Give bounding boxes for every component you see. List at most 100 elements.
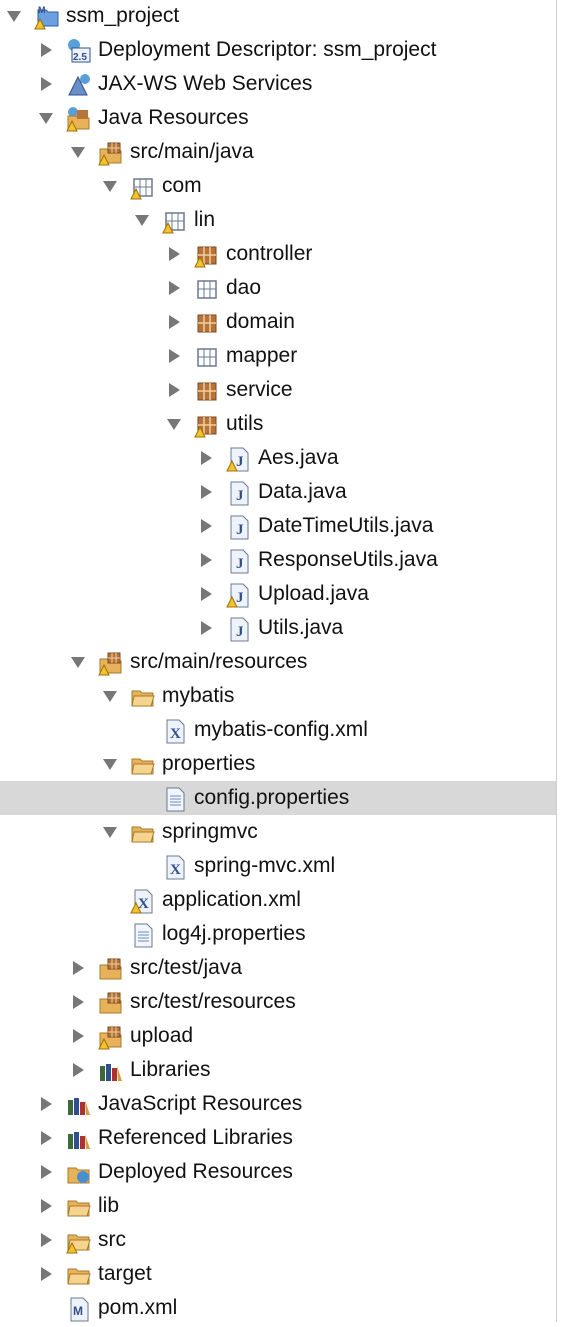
- chevron-down-icon[interactable]: [134, 212, 150, 228]
- tree-item[interactable]: mybatis: [0, 679, 556, 713]
- tree-item[interactable]: dao: [0, 271, 556, 305]
- tree-item[interactable]: springmvc: [0, 815, 556, 849]
- svg-text:M: M: [38, 5, 46, 15]
- tree-item[interactable]: J Upload.java: [0, 577, 556, 611]
- chevron-right-icon[interactable]: [166, 246, 182, 262]
- tree-item[interactable]: target: [0, 1257, 556, 1291]
- chevron-right-icon[interactable]: [38, 1096, 54, 1112]
- chevron-down-icon[interactable]: [102, 824, 118, 840]
- tree-item[interactable]: utils: [0, 407, 556, 441]
- chevron-right-icon[interactable]: [198, 450, 214, 466]
- tree-item[interactable]: service: [0, 373, 556, 407]
- svg-text:J: J: [236, 624, 244, 640]
- tree-item[interactable]: lib: [0, 1189, 556, 1223]
- tree-item[interactable]: domain: [0, 305, 556, 339]
- tree-item[interactable]: com: [0, 169, 556, 203]
- java-file-icon: J: [226, 548, 252, 574]
- java-file-icon: J: [226, 514, 252, 540]
- tree-item-label: service: [226, 378, 293, 401]
- maven-file-icon: M: [66, 1296, 92, 1322]
- tree-item-label: DateTimeUtils.java: [258, 514, 434, 537]
- tree-item[interactable]: log4j.properties: [0, 917, 556, 951]
- tree-item[interactable]: J DateTimeUtils.java: [0, 509, 556, 543]
- tree-item[interactable]: J Utils.java: [0, 611, 556, 645]
- tree-item[interactable]: Java Resources: [0, 101, 556, 135]
- chevron-down-icon[interactable]: [166, 416, 182, 432]
- folder-icon: [130, 752, 156, 778]
- package-icon: [194, 242, 220, 268]
- chevron-right-icon[interactable]: [70, 1028, 86, 1044]
- tree-item-label: properties: [162, 752, 256, 775]
- tree-item-label: com: [162, 174, 202, 197]
- chevron-down-icon[interactable]: [70, 144, 86, 160]
- deployment-descriptor-icon: 2.5: [66, 38, 92, 64]
- java-file-icon: J: [226, 446, 252, 472]
- tree-item[interactable]: config.properties: [0, 781, 556, 815]
- chevron-right-icon[interactable]: [38, 1164, 54, 1180]
- tree-item[interactable]: JAX-WS Web Services: [0, 67, 556, 101]
- empty-package-icon: [162, 208, 188, 234]
- tree-item[interactable]: src/test/java: [0, 951, 556, 985]
- tree-item[interactable]: Deployed Resources: [0, 1155, 556, 1189]
- chevron-right-icon[interactable]: [38, 1266, 54, 1282]
- chevron-down-icon[interactable]: [102, 756, 118, 772]
- chevron-right-icon[interactable]: [166, 348, 182, 364]
- chevron-right-icon[interactable]: [70, 1062, 86, 1078]
- tree-item[interactable]: src: [0, 1223, 556, 1257]
- tree-item-label: config.properties: [194, 786, 350, 809]
- tree-item[interactable]: src/main/resources: [0, 645, 556, 679]
- chevron-right-icon[interactable]: [38, 42, 54, 58]
- tree-item[interactable]: upload: [0, 1019, 556, 1053]
- xml-file-icon: X: [162, 718, 188, 744]
- tree-item[interactable]: Mssm_project: [0, 0, 556, 33]
- tree-item[interactable]: Libraries: [0, 1053, 556, 1087]
- tree-item-label: JavaScript Resources: [98, 1092, 303, 1115]
- tree-item[interactable]: mapper: [0, 339, 556, 373]
- tree-item[interactable]: J ResponseUtils.java: [0, 543, 556, 577]
- chevron-right-icon[interactable]: [38, 1232, 54, 1248]
- chevron-right-icon[interactable]: [198, 518, 214, 534]
- tree-item[interactable]: J Aes.java: [0, 441, 556, 475]
- source-folder-icon: [98, 650, 124, 676]
- tree-item-label: application.xml: [162, 888, 301, 911]
- chevron-right-icon[interactable]: [166, 280, 182, 296]
- tree-item[interactable]: Xspring-mvc.xml: [0, 849, 556, 883]
- tree-item[interactable]: JavaScript Resources: [0, 1087, 556, 1121]
- svg-text:2.5: 2.5: [73, 52, 87, 63]
- chevron-right-icon[interactable]: [38, 1198, 54, 1214]
- tree-item[interactable]: lin: [0, 203, 556, 237]
- chevron-down-icon[interactable]: [38, 110, 54, 126]
- tree-item[interactable]: Xmybatis-config.xml: [0, 713, 556, 747]
- tree-item[interactable]: Xapplication.xml: [0, 883, 556, 917]
- tree-item[interactable]: src/main/java: [0, 135, 556, 169]
- chevron-right-icon[interactable]: [198, 620, 214, 636]
- tree-item-label: Aes.java: [258, 446, 339, 469]
- folder-icon: [66, 1262, 92, 1288]
- tree-item[interactable]: controller: [0, 237, 556, 271]
- chevron-right-icon[interactable]: [198, 484, 214, 500]
- chevron-down-icon[interactable]: [70, 654, 86, 670]
- tree-item-label: mapper: [226, 344, 298, 367]
- tree-item-label: utils: [226, 412, 264, 435]
- chevron-right-icon[interactable]: [38, 76, 54, 92]
- source-folder-icon: [98, 990, 124, 1016]
- tree-item[interactable]: properties: [0, 747, 556, 781]
- chevron-right-icon[interactable]: [38, 1130, 54, 1146]
- chevron-down-icon[interactable]: [102, 688, 118, 704]
- tree-item[interactable]: Mpom.xml: [0, 1291, 556, 1325]
- tree-item-label: upload: [130, 1024, 194, 1047]
- tree-item[interactable]: src/test/resources: [0, 985, 556, 1019]
- library-icon: [66, 1126, 92, 1152]
- tree-item[interactable]: 2.5 Deployment Descriptor: ssm_project: [0, 33, 556, 67]
- chevron-right-icon[interactable]: [166, 382, 182, 398]
- chevron-right-icon[interactable]: [70, 994, 86, 1010]
- chevron-down-icon[interactable]: [6, 8, 22, 24]
- chevron-right-icon[interactable]: [166, 314, 182, 330]
- chevron-right-icon[interactable]: [198, 552, 214, 568]
- chevron-down-icon[interactable]: [102, 178, 118, 194]
- source-folder-icon: [98, 956, 124, 982]
- chevron-right-icon[interactable]: [70, 960, 86, 976]
- tree-item[interactable]: Referenced Libraries: [0, 1121, 556, 1155]
- tree-item[interactable]: J Data.java: [0, 475, 556, 509]
- chevron-right-icon[interactable]: [198, 586, 214, 602]
